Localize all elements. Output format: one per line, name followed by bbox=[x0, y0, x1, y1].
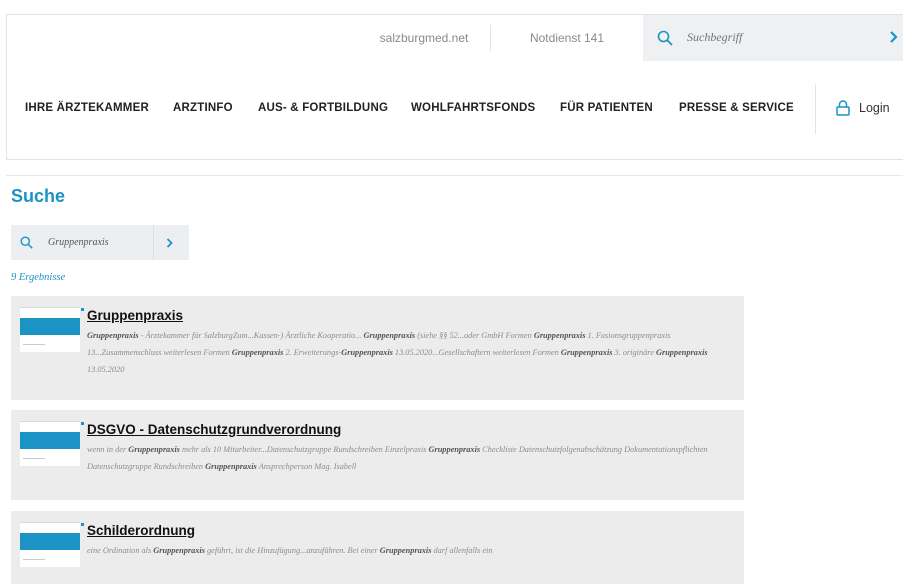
header-search-input[interactable] bbox=[687, 30, 867, 45]
result-count: 9 Ergebnisse bbox=[11, 272, 66, 283]
main-nav: IHRE ÄRZTEKAMMER ARZTINFO AUS- & FORTBIL… bbox=[6, 60, 903, 160]
login-label: Login bbox=[859, 101, 890, 115]
main-search-input[interactable]: Gruppenpraxis bbox=[48, 237, 153, 248]
snippet-highlight: Gruppenpraxis bbox=[363, 331, 416, 340]
snippet-highlight: Gruppenpraxis bbox=[231, 348, 284, 357]
notdienst-link[interactable]: Notdienst 141 bbox=[491, 31, 643, 45]
nav-item-presse[interactable]: PRESSE & SERVICE bbox=[679, 102, 794, 114]
result-thumbnail[interactable] bbox=[20, 522, 84, 567]
snippet-highlight: Gruppenpraxis bbox=[128, 445, 180, 454]
snippet-highlight: Gruppenpraxis bbox=[87, 331, 139, 340]
nav-item-arztinfo[interactable]: ARZTINFO bbox=[173, 102, 233, 114]
search-icon bbox=[20, 236, 33, 249]
nav-item-patienten[interactable]: FÜR PATIENTEN bbox=[560, 102, 653, 114]
chevron-right-icon[interactable] bbox=[889, 30, 899, 44]
top-bar: salzburgmed.net Notdienst 141 bbox=[6, 14, 903, 61]
snippet-highlight: Gruppenpraxis bbox=[341, 348, 393, 357]
result-snippet: eine Ordination als Gruppenpraxis geführ… bbox=[87, 546, 493, 555]
divider bbox=[815, 84, 816, 134]
result-card[interactable]: Schilderordnung eine Ordination als Grup… bbox=[11, 511, 744, 584]
result-title[interactable]: Gruppenpraxis bbox=[87, 308, 183, 323]
nav-item-aerztekammer[interactable]: IHRE ÄRZTEKAMMER bbox=[25, 102, 149, 114]
divider bbox=[153, 225, 154, 260]
login-button[interactable]: Login bbox=[836, 100, 890, 116]
chevron-right-icon[interactable] bbox=[166, 237, 173, 248]
result-thumbnail[interactable] bbox=[20, 421, 84, 466]
divider bbox=[6, 175, 903, 176]
nav-item-fortbildung[interactable]: AUS- & FORTBILDUNG bbox=[258, 102, 388, 114]
result-card[interactable]: Gruppenpraxis Gruppenpraxis - Ärztekamme… bbox=[11, 296, 744, 400]
result-title[interactable]: DSGVO - Datenschutzgrundverordnung bbox=[87, 422, 341, 437]
snippet-highlight: Gruppenpraxis bbox=[379, 546, 432, 555]
nav-item-wohlfahrtsfonds[interactable]: WOHLFAHRTSFONDS bbox=[411, 102, 535, 114]
snippet-highlight: Gruppenpraxis bbox=[560, 348, 613, 357]
snippet-highlight: Gruppenpraxis bbox=[153, 546, 205, 555]
page-title: Suche bbox=[11, 186, 66, 206]
site-link[interactable]: salzburgmed.net bbox=[358, 31, 490, 45]
result-snippet: Gruppenpraxis - Ärztekammer für Salzburg… bbox=[87, 331, 708, 374]
snippet-highlight: Gruppenpraxis bbox=[655, 348, 708, 357]
search-icon[interactable] bbox=[657, 30, 673, 46]
lock-icon bbox=[836, 100, 850, 116]
snippet-highlight: Gruppenpraxis bbox=[428, 445, 481, 454]
result-snippet: wenn in der Gruppenpraxis mehr als 10 Mi… bbox=[87, 445, 708, 471]
result-thumbnail[interactable] bbox=[20, 307, 84, 352]
header-search bbox=[643, 14, 903, 61]
result-title[interactable]: Schilderordnung bbox=[87, 523, 195, 538]
main-search: Gruppenpraxis bbox=[11, 225, 189, 260]
result-card[interactable]: DSGVO - Datenschutzgrundverordnung wenn … bbox=[11, 410, 744, 500]
snippet-highlight: Gruppenpraxis bbox=[533, 331, 586, 340]
snippet-highlight: Gruppenpraxis bbox=[205, 462, 257, 471]
